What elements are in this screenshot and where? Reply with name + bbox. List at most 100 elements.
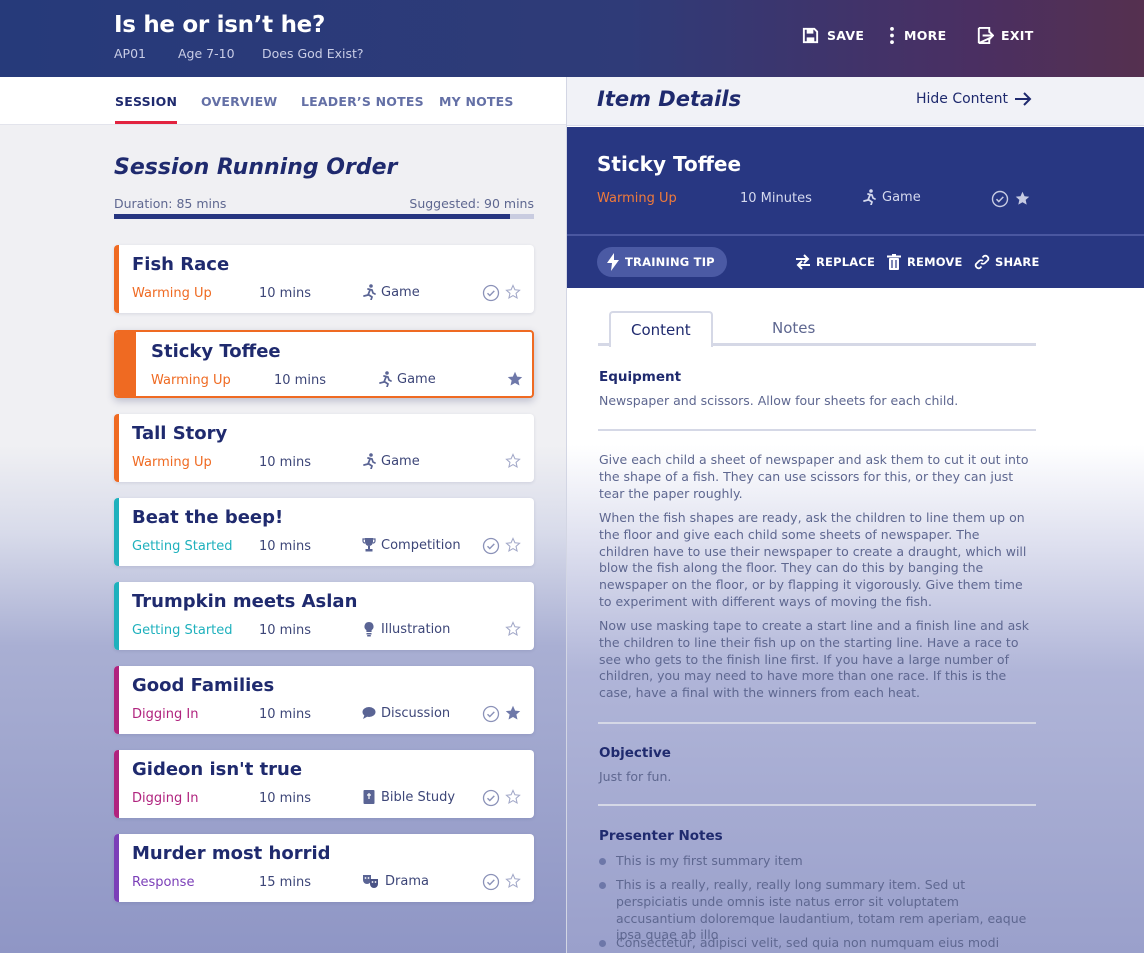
- item-type: Illustration: [362, 621, 450, 637]
- session-age: Age 7-10: [178, 46, 235, 61]
- star-icon[interactable]: [507, 371, 523, 387]
- item-category: Response: [132, 875, 195, 890]
- tab-content[interactable]: Content: [609, 311, 713, 347]
- item-type: Drama: [362, 873, 429, 889]
- tab-overview[interactable]: OVERVIEW: [201, 94, 277, 109]
- running-person-icon: [363, 453, 376, 469]
- star-icon[interactable]: [505, 453, 521, 469]
- star-icon[interactable]: [505, 705, 521, 721]
- running-order-item[interactable]: Tall Story Warming Up 10 mins Game: [114, 414, 534, 482]
- item-type: Bible Study: [362, 789, 455, 805]
- category-stripe: [114, 834, 119, 902]
- suggested-text: Suggested: 90 mins: [409, 196, 534, 211]
- running-order-item[interactable]: Murder most horrid Response 15 mins Drama: [114, 834, 534, 902]
- check-circle-icon[interactable]: [482, 873, 500, 891]
- arrow-right-icon: [1015, 92, 1032, 106]
- bible-icon: [363, 790, 375, 804]
- running-order-item[interactable]: Fish Race Warming Up 10 mins Game: [114, 245, 534, 313]
- presenter-notes-heading: Presenter Notes: [599, 828, 723, 844]
- link-icon: [974, 254, 990, 270]
- item-name: Trumpkin meets Aslan: [132, 591, 358, 612]
- item-details-header: Item Details Hide Content: [567, 77, 1144, 126]
- item-category: Digging In: [132, 791, 199, 806]
- check-circle-icon[interactable]: [991, 190, 1009, 208]
- item-name: Fish Race: [132, 254, 230, 275]
- running-order-item[interactable]: Beat the beep! Getting Started 10 mins Comp…: [114, 498, 534, 566]
- objective-heading: Objective: [599, 745, 671, 761]
- instructions-paragraph-2: When the fish shapes are ready, ask the …: [599, 510, 1027, 609]
- remove-button[interactable]: REMOVE: [886, 254, 963, 270]
- equipment-text: Newspaper and scissors. Allow four sheet…: [599, 393, 959, 408]
- hide-content-label: Hide Content: [915, 91, 1008, 107]
- item-name: Tall Story: [132, 423, 228, 444]
- exit-label: EXIT: [1001, 28, 1034, 43]
- divider: [598, 722, 1036, 724]
- session-panel: SESSION OVERVIEW LEADER’S NOTES MY NOTES…: [0, 77, 566, 953]
- swap-icon: [796, 254, 810, 270]
- running-order-item[interactable]: Sticky Toffee Warming Up 10 mins Game: [114, 330, 534, 398]
- item-duration: 10 mins: [274, 373, 326, 388]
- category-stripe: [114, 498, 119, 566]
- more-button[interactable]: MORE: [887, 26, 946, 45]
- star-icon[interactable]: [505, 537, 521, 553]
- item-type-label: Game: [381, 453, 420, 469]
- category-stripe: [114, 414, 119, 482]
- tab-notes[interactable]: Notes: [752, 311, 835, 346]
- duration-progress-bar: [114, 214, 534, 219]
- tab-my-notes[interactable]: MY NOTES: [439, 94, 514, 109]
- replace-button[interactable]: REPLACE: [795, 254, 875, 270]
- item-type-label: Bible Study: [381, 789, 456, 805]
- item-type-label: Game: [381, 284, 420, 300]
- session-title: Is he or isn’t he?: [114, 12, 325, 38]
- lightbulb-icon: [364, 621, 374, 637]
- save-button[interactable]: SAVE: [801, 26, 864, 45]
- check-circle-icon[interactable]: [482, 705, 500, 723]
- category-stripe: [114, 750, 119, 818]
- item-name: Sticky Toffee: [597, 152, 742, 176]
- star-icon[interactable]: [505, 873, 521, 889]
- running-order-item[interactable]: Good Families Digging In 10 mins Discussion: [114, 666, 534, 734]
- instructions-paragraph-1: Give each child a sheet of newspaper and…: [599, 452, 1029, 501]
- session-series: Does God Exist?: [262, 46, 364, 61]
- item-duration: 10 mins: [259, 455, 311, 470]
- trophy-icon: [362, 538, 376, 552]
- exit-button[interactable]: EXIT: [975, 26, 1034, 45]
- session-tabs: SESSION OVERVIEW LEADER’S NOTES MY NOTES: [0, 77, 566, 125]
- tab-session[interactable]: SESSION: [115, 94, 178, 124]
- training-tip-button[interactable]: TRAINING TIP: [597, 247, 727, 277]
- item-type-label: Illustration: [381, 621, 451, 637]
- item-summary: Sticky Toffee Warming Up 10 Minutes Game…: [567, 127, 1144, 288]
- exit-icon: [977, 26, 994, 45]
- running-order-item[interactable]: Trumpkin meets Aslan Getting Started 10 mi…: [114, 582, 534, 650]
- check-circle-icon[interactable]: [482, 284, 500, 302]
- tab-leaders-notes[interactable]: LEADER’S NOTES: [301, 94, 424, 109]
- star-icon[interactable]: [505, 284, 521, 300]
- item-category: Getting Started: [132, 539, 233, 554]
- duration-text: Duration: 85 mins: [114, 196, 227, 211]
- training-tip-label: TRAINING TIP: [625, 255, 715, 269]
- running-person-icon: [863, 189, 876, 205]
- star-icon[interactable]: [505, 789, 521, 805]
- star-icon[interactable]: [505, 621, 521, 637]
- item-duration: 10 mins: [259, 539, 311, 554]
- item-type: Game: [862, 189, 921, 205]
- item-type: Game: [362, 284, 420, 300]
- running-order-item[interactable]: Gideon isn't true Digging In 10 mins Bible …: [114, 750, 534, 818]
- speech-bubble-icon: [362, 707, 376, 719]
- running-person-icon: [363, 284, 376, 300]
- check-circle-icon[interactable]: [482, 789, 500, 807]
- item-type-label: Drama: [385, 873, 429, 889]
- category-stripe: [114, 666, 119, 734]
- share-button[interactable]: SHARE: [974, 254, 1040, 270]
- hide-content-button[interactable]: Hide Content: [916, 91, 1032, 107]
- check-circle-icon[interactable]: [482, 537, 500, 555]
- content-tabs: Content Notes: [598, 311, 1036, 347]
- trash-icon: [887, 254, 901, 270]
- item-details-panel: Item Details Hide Content Sticky Toffee …: [566, 77, 1144, 953]
- star-icon[interactable]: [1015, 191, 1030, 206]
- presenter-note-item: Consectetur, adipisci velit, sed quia no…: [599, 935, 1031, 952]
- remove-label: REMOVE: [907, 255, 963, 269]
- category-stripe: [114, 582, 119, 650]
- running-order-title: Session Running Order: [114, 155, 398, 180]
- item-type-label: Game: [882, 189, 921, 205]
